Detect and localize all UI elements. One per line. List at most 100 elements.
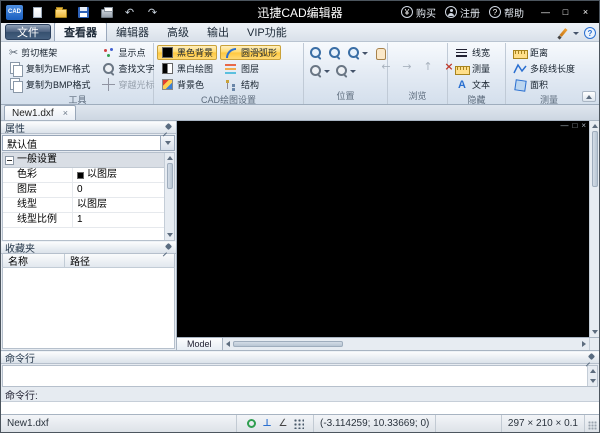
view-forward-button[interactable]: → — [398, 59, 416, 75]
minimize-button[interactable]: — — [537, 5, 554, 20]
property-group-label: 一般设置 — [17, 154, 57, 165]
command-history[interactable] — [3, 366, 587, 386]
pin-icon[interactable] — [585, 353, 595, 363]
ribbon-group-position: 位置 — [304, 43, 388, 104]
ortho-toggle[interactable]: ⊥ — [260, 417, 274, 431]
polar-toggle[interactable]: ∠ — [276, 417, 290, 431]
print-button[interactable] — [99, 5, 114, 20]
background-color-button[interactable]: 背景色 — [157, 77, 217, 92]
cross-cursor-button[interactable]: 穿越光标 — [98, 77, 159, 92]
hide-text-button[interactable]: A 文本 — [451, 77, 494, 92]
snap-toggle[interactable] — [244, 417, 258, 431]
scrollbar-thumb[interactable] — [232, 341, 343, 347]
favorites-name-column[interactable]: 名称 — [3, 254, 65, 268]
property-row-layer[interactable]: 图层 0 — [3, 183, 164, 198]
tab-editor[interactable]: 编辑器 — [107, 23, 158, 41]
pan-button[interactable] — [371, 45, 389, 61]
favorites-path-column[interactable]: 路径 — [65, 254, 95, 268]
scroll-up-icon[interactable] — [588, 366, 598, 376]
scroll-up-icon[interactable] — [165, 153, 175, 163]
properties-scrollbar[interactable] — [164, 153, 174, 240]
register-button[interactable]: 注册 — [445, 5, 480, 20]
property-row-ltscale[interactable]: 线型比例 1 — [3, 213, 164, 228]
resize-grip[interactable] — [585, 415, 599, 432]
view-back-button[interactable]: ← — [377, 59, 395, 75]
show-points-button[interactable]: 显示点 — [98, 45, 159, 60]
property-value: 以图层 — [77, 199, 107, 210]
style-dropdown-caret-icon[interactable] — [573, 31, 579, 35]
scroll-up-icon[interactable] — [590, 121, 600, 131]
document-close-icon[interactable]: × — [63, 108, 68, 118]
pin-icon[interactable] — [162, 243, 172, 253]
collapse-ribbon-button[interactable] — [582, 91, 596, 102]
zoom-in-button[interactable] — [326, 45, 344, 61]
command-scrollbar[interactable] — [587, 366, 597, 386]
zoom-window-button[interactable] — [307, 45, 325, 61]
structure-button[interactable]: 结构 — [220, 77, 281, 92]
scroll-down-icon[interactable] — [165, 230, 175, 240]
property-row-color[interactable]: 色彩 以图层 — [3, 168, 164, 183]
save-button[interactable] — [76, 5, 91, 20]
zoom-menu-button[interactable] — [345, 45, 370, 61]
area-button[interactable]: 面积 — [509, 77, 579, 92]
canvas-horizontal-scrollbar[interactable] — [222, 338, 589, 350]
copy-emf-button[interactable]: 复制为EMF格式 — [5, 61, 95, 77]
undo-button[interactable]: ↶ — [122, 5, 137, 20]
tab-advanced[interactable]: 高级 — [158, 23, 198, 41]
property-row-linetype[interactable]: 线型 以图层 — [3, 198, 164, 213]
tree-icon — [224, 78, 238, 92]
preset-dropdown-button[interactable] — [160, 136, 174, 150]
help-button[interactable]: ? 帮助 — [489, 5, 524, 20]
ribbon-help-icon[interactable]: ? — [584, 27, 596, 39]
doc-close-icon[interactable]: × — [581, 121, 586, 130]
view-up-button[interactable]: ↑ — [419, 59, 437, 75]
smooth-arc-button[interactable]: 圆滑弧形 — [220, 45, 282, 60]
black-background-button[interactable]: 黑色背景 — [157, 45, 218, 60]
redo-button[interactable]: ↷ — [145, 5, 160, 20]
doc-restore-icon[interactable]: □ — [572, 121, 577, 130]
buy-button[interactable]: ¥ 购买 — [401, 5, 436, 20]
layers-button[interactable]: 图层 — [220, 61, 281, 76]
zoom-extents-button[interactable] — [307, 63, 332, 79]
polyline-length-button[interactable]: 多段线长度 — [509, 61, 579, 76]
close-button[interactable]: × — [577, 5, 594, 20]
scroll-left-icon[interactable] — [223, 339, 233, 349]
copy-bmp-button[interactable]: 复制为BMP格式 — [5, 77, 95, 93]
tab-vip[interactable]: VIP功能 — [238, 23, 296, 41]
title-bar: CAD ↶ ↷ 迅捷CAD编辑器 ¥ 购买 注册 ? 帮助 — □ × — [1, 1, 599, 23]
canvas-vertical-scrollbar[interactable] — [589, 121, 599, 337]
doc-minimize-icon[interactable]: — — [560, 121, 568, 130]
bw-drawing-button[interactable]: 黑白绘图 — [157, 61, 217, 76]
open-file-button[interactable] — [53, 5, 68, 20]
line-width-button[interactable]: 线宽 — [451, 45, 494, 60]
scroll-right-icon[interactable] — [579, 339, 589, 349]
zoom-extents-icon — [309, 64, 323, 78]
scroll-down-icon[interactable] — [590, 327, 600, 337]
drawing-canvas[interactable]: — □ × — [177, 121, 589, 337]
color-swatch-icon — [77, 171, 84, 179]
tab-output[interactable]: 输出 — [198, 23, 238, 41]
command-panel: 命令行 命令行: — [1, 350, 599, 415]
favorites-list[interactable] — [2, 268, 175, 349]
collapse-box-icon[interactable] — [5, 155, 14, 165]
property-label: 线型比例 — [3, 213, 73, 227]
cut-frame-button[interactable]: ✂ 剪切框架 — [5, 45, 95, 60]
property-group-row[interactable]: 一般设置 — [3, 153, 164, 168]
tab-viewer[interactable]: 查看器 — [54, 22, 107, 41]
scroll-down-icon[interactable] — [588, 376, 598, 386]
model-tab[interactable]: Model — [177, 338, 223, 350]
new-file-button[interactable] — [30, 5, 45, 20]
preset-dropdown[interactable]: 默认值 — [2, 135, 175, 151]
maximize-button[interactable]: □ — [557, 5, 574, 20]
zoom-previous-button[interactable] — [333, 63, 358, 79]
distance-button[interactable]: 距离 — [509, 45, 579, 60]
grid-toggle[interactable] — [292, 417, 306, 431]
command-input[interactable] — [1, 402, 599, 415]
scrollbar-thumb[interactable] — [166, 163, 173, 189]
style-pencil-icon[interactable] — [557, 28, 568, 39]
scrollbar-thumb[interactable] — [591, 131, 598, 187]
pin-icon[interactable] — [162, 123, 172, 133]
hide-measure-button[interactable]: 测量 — [451, 61, 494, 76]
tab-file[interactable]: 文件 — [5, 24, 51, 40]
find-text-button[interactable]: 查找文字 — [98, 61, 159, 76]
